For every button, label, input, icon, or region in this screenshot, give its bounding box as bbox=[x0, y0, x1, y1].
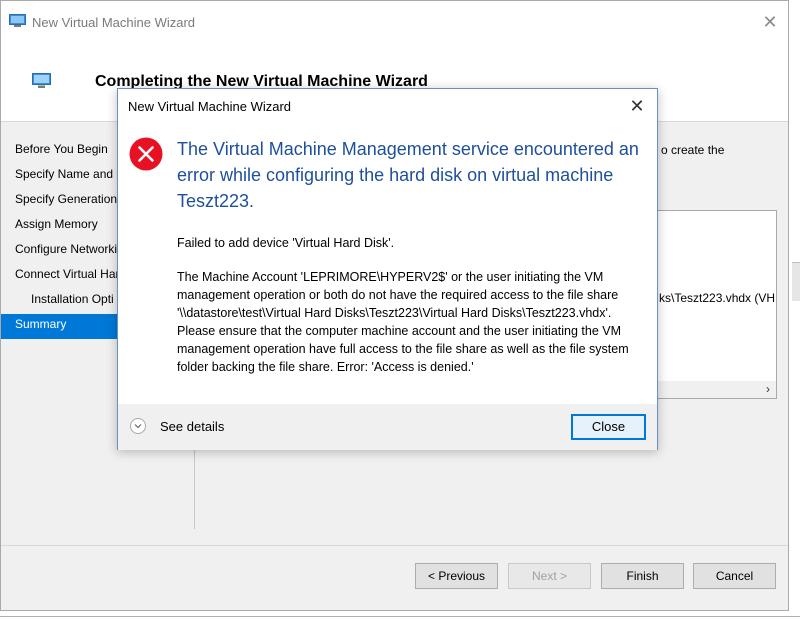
footer-divider bbox=[1, 545, 788, 546]
error-dialog: New Virtual Machine Wizard ✕ The Virtual… bbox=[117, 88, 658, 450]
error-icon bbox=[129, 137, 163, 171]
see-details-link[interactable]: See details bbox=[160, 419, 224, 434]
background-window-edge bbox=[792, 262, 800, 301]
virtual-machine-icon bbox=[9, 14, 26, 27]
wizard-description: o create the bbox=[661, 143, 725, 157]
summary-vhd-path: ks\Teszt223.vhdx (VH bbox=[659, 291, 776, 305]
wizard-titlebar: New Virtual Machine Wizard ✕ bbox=[1, 1, 788, 45]
scroll-right-icon[interactable]: › bbox=[766, 382, 770, 396]
wizard-close-icon[interactable]: ✕ bbox=[760, 12, 780, 32]
close-button[interactable]: Close bbox=[571, 414, 646, 440]
cancel-button[interactable]: Cancel bbox=[693, 563, 776, 589]
finish-button[interactable]: Finish bbox=[601, 563, 684, 589]
error-detail: The Machine Account 'LEPRIMORE\HYPERV2$'… bbox=[177, 270, 629, 374]
dialog-title: New Virtual Machine Wizard bbox=[128, 99, 292, 114]
taskbar-edge bbox=[0, 616, 800, 617]
previous-button[interactable]: < Previous bbox=[415, 563, 498, 589]
dialog-footer: See details Close bbox=[118, 404, 657, 450]
virtual-machine-icon bbox=[32, 73, 51, 88]
expand-details-icon[interactable] bbox=[130, 418, 146, 434]
wizard-window-title: New Virtual Machine Wizard bbox=[32, 15, 196, 30]
error-heading: The Virtual Machine Management service e… bbox=[177, 139, 639, 211]
next-button[interactable]: Next > bbox=[508, 563, 591, 589]
dialog-close-icon[interactable]: ✕ bbox=[627, 96, 647, 116]
error-summary: Failed to add device 'Virtual Hard Disk'… bbox=[177, 236, 395, 250]
